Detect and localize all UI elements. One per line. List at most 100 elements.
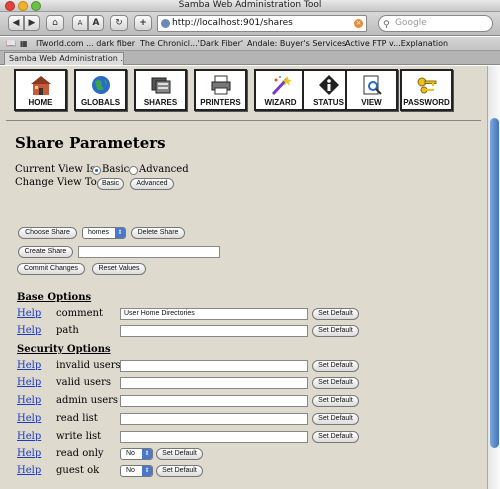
help-link[interactable]: Help: [17, 431, 41, 442]
bookmarks-grid-icon[interactable]: ▦: [20, 37, 28, 50]
wizard-icon: [271, 76, 292, 96]
search-field[interactable]: ⚲ Google: [378, 15, 493, 32]
select-arrows-icon: ⇕: [142, 449, 152, 459]
nav-globals[interactable]: GLOBALS: [74, 69, 127, 111]
set-default-button[interactable]: Set Default: [312, 308, 359, 320]
set-default-button[interactable]: Set Default: [312, 325, 359, 337]
set-default-button[interactable]: Set Default: [156, 465, 203, 477]
nav-globals-label: GLOBALS: [80, 98, 121, 107]
help-link[interactable]: Help: [17, 377, 41, 388]
status-icon: [319, 75, 339, 95]
param-label: guest ok: [56, 465, 100, 476]
help-link[interactable]: Help: [17, 308, 41, 319]
admin-users-input[interactable]: [120, 395, 308, 407]
select-arrows-icon: ⇕: [142, 466, 152, 476]
back-arrow-icon: ◀: [12, 18, 20, 28]
search-placeholder: Google: [395, 18, 427, 28]
set-default-button[interactable]: Set Default: [312, 377, 359, 389]
new-share-name-input[interactable]: [78, 246, 220, 258]
share-select[interactable]: homes ⇕: [82, 227, 126, 239]
path-input[interactable]: [120, 325, 308, 337]
bookmark-item[interactable]: ITworld.com ... dark fiber: [36, 37, 135, 50]
scrollbar-thumb[interactable]: [490, 118, 499, 448]
back-button[interactable]: ◀: [8, 15, 24, 31]
write-list-input[interactable]: [120, 431, 308, 443]
change-view-basic-button[interactable]: Basic: [97, 178, 124, 190]
nav-password[interactable]: PASSWORD: [400, 69, 453, 111]
nav-wizard[interactable]: WIZARD: [254, 69, 307, 111]
help-link[interactable]: Help: [17, 395, 41, 406]
set-default-button[interactable]: Set Default: [312, 360, 359, 372]
change-view-label: Change View To:: [15, 177, 101, 188]
nav-shares[interactable]: SHARES: [134, 69, 187, 111]
set-default-button[interactable]: Set Default: [312, 413, 359, 425]
minimize-window-button[interactable]: [18, 1, 28, 11]
help-link[interactable]: Help: [17, 325, 41, 336]
forward-button[interactable]: ▶: [24, 15, 40, 31]
text-smaller-label: A: [77, 19, 83, 27]
nav-printers[interactable]: PRINTERS: [194, 69, 247, 111]
change-view-advanced-button[interactable]: Advanced: [130, 178, 174, 190]
page-content: HOME GLOBALS SHARES PRINTERS WIZARD STAT…: [0, 66, 487, 489]
add-bookmark-button[interactable]: +: [134, 15, 152, 31]
nav-password-label: PASSWORD: [403, 98, 450, 107]
page-scrollbar[interactable]: [487, 66, 500, 489]
set-default-button[interactable]: Set Default: [156, 448, 203, 460]
set-default-button[interactable]: Set Default: [312, 395, 359, 407]
param-label: read only: [56, 448, 104, 459]
comment-input[interactable]: User Home Directories: [120, 308, 308, 320]
choose-share-button[interactable]: Choose Share: [18, 227, 77, 239]
view-basic-radio[interactable]: [92, 166, 101, 175]
help-link[interactable]: Help: [17, 413, 41, 424]
bookmark-item[interactable]: Active FTP v...Explanation: [345, 37, 448, 50]
close-window-button[interactable]: [5, 1, 15, 11]
nav-view[interactable]: VIEW: [345, 69, 398, 111]
bookmark-item[interactable]: The Chronicl...'Dark Fiber': [140, 37, 243, 50]
nav-home-label: HOME: [28, 98, 53, 107]
guest-ok-select[interactable]: No ⇕: [120, 465, 153, 477]
help-link[interactable]: Help: [17, 448, 41, 459]
url-text: http://localhost:901/shares: [172, 18, 293, 28]
view-advanced-radio[interactable]: [129, 166, 138, 175]
home-button[interactable]: ⌂: [46, 15, 64, 31]
valid-users-input[interactable]: [120, 377, 308, 389]
home-icon: [31, 76, 51, 95]
param-label: admin users: [56, 395, 119, 406]
address-bar[interactable]: http://localhost:901/shares ×: [157, 15, 367, 32]
text-bigger-button[interactable]: A: [88, 15, 104, 31]
window-title: Samba Web Administration Tool: [178, 0, 322, 10]
read-list-input[interactable]: [120, 413, 308, 425]
invalid-users-input[interactable]: [120, 360, 308, 372]
text-bigger-label: A: [92, 18, 100, 28]
param-label: comment: [56, 308, 103, 319]
delete-share-button[interactable]: Delete Share: [131, 227, 185, 239]
nav-wizard-label: WIZARD: [264, 98, 297, 107]
site-icon: [161, 19, 170, 28]
forward-arrow-icon: ▶: [28, 18, 36, 28]
page-title: Share Parameters: [15, 134, 166, 152]
help-link[interactable]: Help: [17, 465, 41, 476]
base-options-heading: Base Options: [17, 292, 92, 303]
set-default-button[interactable]: Set Default: [312, 431, 359, 443]
share-select-value: homes: [88, 229, 110, 236]
read-only-select[interactable]: No ⇕: [120, 448, 153, 460]
create-share-button[interactable]: Create Share: [18, 246, 73, 258]
stop-loading-icon[interactable]: ×: [354, 19, 363, 28]
reset-values-button[interactable]: Reset Values: [92, 263, 146, 275]
select-arrows-icon: ⇕: [115, 228, 125, 238]
guest-ok-value: No: [126, 467, 135, 474]
bookmarks-book-icon[interactable]: 📖: [6, 37, 16, 50]
text-smaller-button[interactable]: A: [72, 15, 88, 31]
nav-home[interactable]: HOME: [14, 69, 67, 111]
globe-icon: [92, 76, 110, 94]
home-toolbar-icon: ⌂: [52, 18, 58, 28]
commit-changes-button[interactable]: Commit Changes: [17, 263, 85, 275]
bookmark-item[interactable]: Andale: Buyer's Services: [247, 37, 346, 50]
tab-samba[interactable]: Samba Web Administration ...: [4, 52, 124, 65]
key-icon: [417, 77, 437, 94]
param-label: write list: [56, 431, 102, 442]
reload-button[interactable]: ↻: [110, 15, 128, 31]
help-link[interactable]: Help: [17, 360, 41, 371]
zoom-window-button[interactable]: [31, 1, 41, 11]
search-icon: ⚲: [383, 20, 390, 30]
